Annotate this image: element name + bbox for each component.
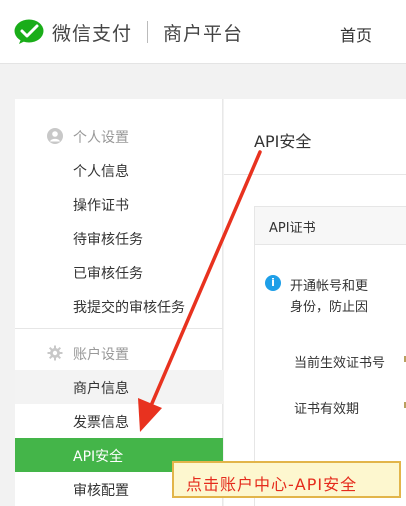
wechat-pay-logo-icon (14, 19, 44, 44)
platform-name: 商户平台 (163, 23, 244, 45)
top-header: 微信支付 商户平台 首页 (0, 0, 406, 64)
title-divider (224, 174, 406, 175)
sidebar-item-label: API安全 (73, 449, 124, 465)
notice-text-line2: 身份，防止因 (290, 300, 369, 315)
sidebar-item-label: 操作证书 (73, 198, 129, 214)
sidebar-item-label: 待审核任务 (73, 232, 143, 248)
user-circle-icon (47, 128, 63, 144)
notice-text-line1: 开通帐号和更 (290, 279, 369, 294)
nav-home-link[interactable]: 首页 (340, 22, 372, 46)
sidebar-divider (15, 328, 223, 329)
sidebar-item-label: 审核配置 (73, 483, 129, 499)
callout-text: 点击账户中心-API安全 (186, 475, 358, 494)
field-label-cert-number: 当前生效证书号 (294, 356, 386, 371)
main-content: API安全 API证书 i 开通帐号和更 身份，防止因 当前生效证书号 证书有效… (224, 99, 406, 506)
brand-name: 微信支付 (52, 23, 133, 45)
sidebar-item-merchant-info[interactable]: 商户信息 (15, 370, 223, 404)
panel-title: API证书 (269, 221, 316, 236)
panel-header: API证书 (255, 207, 406, 245)
field-label-cert-validity: 证书有效期 (294, 402, 360, 417)
sidebar-item-personal-info[interactable]: 个人信息 (15, 153, 223, 187)
sidebar-group-account: 账户设置 (15, 339, 223, 367)
sidebar-item-pending-tasks[interactable]: 待审核任务 (15, 221, 223, 255)
sidebar-item-reviewed-tasks[interactable]: 已审核任务 (15, 255, 223, 289)
sidebar-item-my-submitted-tasks[interactable]: 我提交的审核任务 (15, 289, 223, 323)
brand-separator (147, 21, 148, 43)
info-icon: i (265, 275, 281, 291)
annotation-callout: 点击账户中心-API安全 (172, 461, 401, 498)
sidebar-item-label: 我提交的审核任务 (73, 300, 185, 316)
sidebar-item-label: 商户信息 (73, 381, 129, 397)
sidebar-item-label: 个人信息 (73, 164, 129, 180)
sidebar-group-label: 个人设置 (73, 130, 129, 146)
sidebar-item-invoice-info[interactable]: 发票信息 (15, 404, 223, 438)
sidebar-item-label: 已审核任务 (73, 266, 143, 282)
sidebar: 个人设置 个人信息 操作证书 待审核任务 已审核任务 我提交的审核任务 账户设置… (15, 99, 223, 506)
page-title: API安全 (254, 132, 312, 151)
sidebar-item-label: 发票信息 (73, 415, 129, 431)
sidebar-item-operation-cert[interactable]: 操作证书 (15, 187, 223, 221)
sidebar-group-personal: 个人设置 (15, 122, 223, 150)
gear-icon (47, 345, 63, 361)
sidebar-group-label: 账户设置 (73, 347, 129, 363)
